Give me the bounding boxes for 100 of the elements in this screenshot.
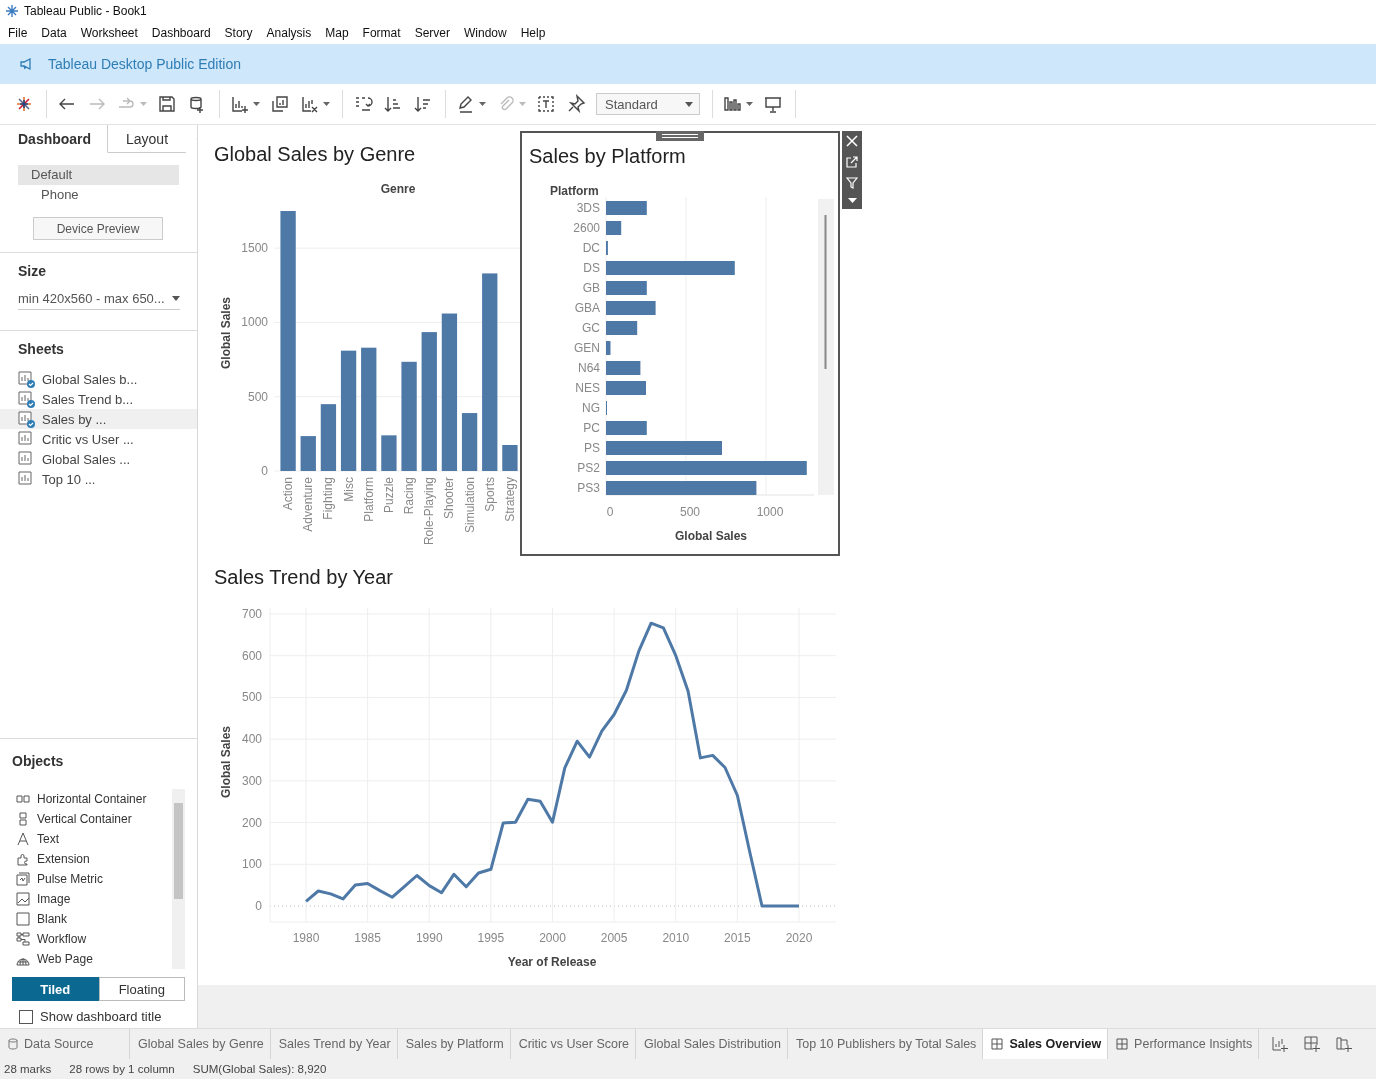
object-item[interactable]: Horizontal Container: [12, 789, 170, 809]
sheet-item[interactable]: Critic vs User ...: [0, 429, 197, 449]
tick-label: 500: [680, 505, 700, 519]
menu-item[interactable]: Dashboard: [144, 26, 218, 40]
category-label: PS: [584, 441, 600, 455]
object-item[interactable]: Web Page: [12, 949, 170, 969]
object-item[interactable]: Image: [12, 889, 170, 909]
tick-label: 600: [241, 648, 262, 663]
layout-mode-toggle[interactable]: Floating: [98, 977, 185, 1001]
caret-icon[interactable]: [847, 198, 857, 203]
axis-header: Platform: [550, 184, 599, 198]
menu-item[interactable]: Map: [318, 26, 356, 40]
bar[interactable]: [340, 350, 357, 471]
presentation-icon[interactable]: [763, 94, 783, 114]
tick-label: 2015: [724, 931, 751, 945]
menu-item[interactable]: Server: [407, 26, 457, 40]
bar[interactable]: [606, 321, 638, 335]
bar[interactable]: [606, 221, 622, 235]
axis-title: Year of Release: [507, 955, 597, 969]
bar[interactable]: [300, 436, 316, 471]
bar[interactable]: [461, 413, 478, 471]
menu-item[interactable]: Worksheet: [73, 26, 145, 40]
object-item[interactable]: Text: [12, 829, 170, 849]
caret-icon[interactable]: [253, 102, 260, 106]
scrollbar[interactable]: [172, 789, 185, 969]
tick-label: 2005: [600, 931, 628, 945]
chart-title: Global Sales by Genre: [213, 142, 417, 167]
device-item[interactable]: Phone: [18, 185, 179, 205]
object-item[interactable]: Pulse Metric: [12, 869, 170, 889]
object-item[interactable]: Vertical Container: [12, 809, 170, 829]
text-label-icon[interactable]: [536, 94, 556, 114]
caret-icon[interactable]: [323, 102, 330, 106]
menu-item[interactable]: Format: [355, 26, 408, 40]
object-item[interactable]: Blank: [12, 909, 170, 929]
clear-sheet-icon[interactable]: [300, 94, 320, 114]
sheet-item[interactable]: Sales Trend b...: [0, 389, 197, 409]
caret-icon[interactable]: [479, 102, 486, 106]
show-me-icon[interactable]: [723, 94, 743, 114]
caret-icon[interactable]: [746, 102, 753, 106]
swap-icon[interactable]: [353, 94, 373, 114]
move-handle[interactable]: [656, 131, 704, 141]
logo-icon[interactable]: [14, 94, 34, 114]
device-item[interactable]: Default: [18, 165, 179, 185]
new-dashboard-icon[interactable]: [1303, 1035, 1322, 1053]
menu-item[interactable]: Data: [34, 26, 74, 40]
bar[interactable]: [361, 347, 377, 471]
sheet-tab[interactable]: Sales Overview: [983, 1029, 1109, 1059]
category-label: Role-Playing: [422, 477, 437, 546]
menu-item[interactable]: File: [1, 26, 35, 40]
bar[interactable]: [502, 445, 518, 471]
checkbox-label: Show dashboard title: [40, 1009, 162, 1024]
pulse-metric-icon: [16, 872, 30, 886]
sort-ascending-icon[interactable]: [383, 94, 403, 114]
new-story-icon[interactable]: [1335, 1035, 1354, 1053]
category-label: Shooter: [442, 477, 457, 520]
selection-frame[interactable]: [520, 131, 840, 556]
bar[interactable]: [482, 273, 498, 471]
save-icon[interactable]: [157, 94, 177, 114]
object-item[interactable]: Extension: [12, 849, 170, 869]
layout-mode-toggle[interactable]: Tiled: [12, 977, 99, 1001]
section-heading: Sheets: [17, 341, 65, 357]
size-dropdown[interactable]: min 420x560 - max 650...: [18, 287, 180, 310]
app-logo-icon: [5, 4, 19, 18]
pin-icon[interactable]: [566, 94, 586, 114]
menu-item[interactable]: Window: [456, 26, 514, 40]
category-label: PC: [583, 421, 600, 435]
status-text: 28 marks: [4, 1063, 52, 1075]
checkbox[interactable]: [19, 1009, 33, 1024]
sheet-item[interactable]: Global Sales ...: [0, 449, 197, 469]
new-worksheet-icon[interactable]: [230, 94, 250, 114]
section-heading: Size: [18, 263, 47, 279]
fit-dropdown[interactable]: Standard: [596, 93, 700, 115]
bar[interactable]: [606, 341, 611, 355]
vertical-container-icon: [16, 812, 30, 826]
duplicate-icon[interactable]: [270, 94, 290, 114]
scrollbar[interactable]: [818, 199, 834, 495]
sheet-item[interactable]: Sales by ...: [0, 409, 197, 429]
menu-item[interactable]: Help: [513, 26, 553, 40]
sheet-item[interactable]: Top 10 ...: [0, 469, 197, 489]
menu-item[interactable]: Analysis: [259, 26, 319, 40]
bar[interactable]: [441, 313, 458, 471]
bar[interactable]: [381, 435, 397, 471]
device-preview-button[interactable]: Device Preview: [33, 217, 163, 240]
filter-icon[interactable]: [846, 177, 858, 189]
tick-label: 1995: [477, 931, 505, 945]
open-in-new-icon[interactable]: [846, 156, 858, 168]
close-icon[interactable]: [846, 135, 858, 147]
bar[interactable]: [606, 361, 641, 375]
bar[interactable]: [280, 211, 296, 471]
horizontal-container-icon: [16, 792, 30, 806]
bar[interactable]: [421, 332, 437, 471]
new-worksheet-icon[interactable]: [1271, 1035, 1290, 1053]
object-item[interactable]: Workflow: [12, 929, 170, 949]
bar[interactable]: [320, 404, 337, 471]
bar[interactable]: [401, 361, 417, 471]
sort-descending-icon[interactable]: [413, 94, 433, 114]
menu-item[interactable]: Story: [217, 26, 260, 40]
scrollbar-thumb[interactable]: [824, 215, 827, 369]
sheet-item[interactable]: Global Sales b...: [0, 369, 197, 389]
category-label: Simulation: [462, 477, 477, 534]
